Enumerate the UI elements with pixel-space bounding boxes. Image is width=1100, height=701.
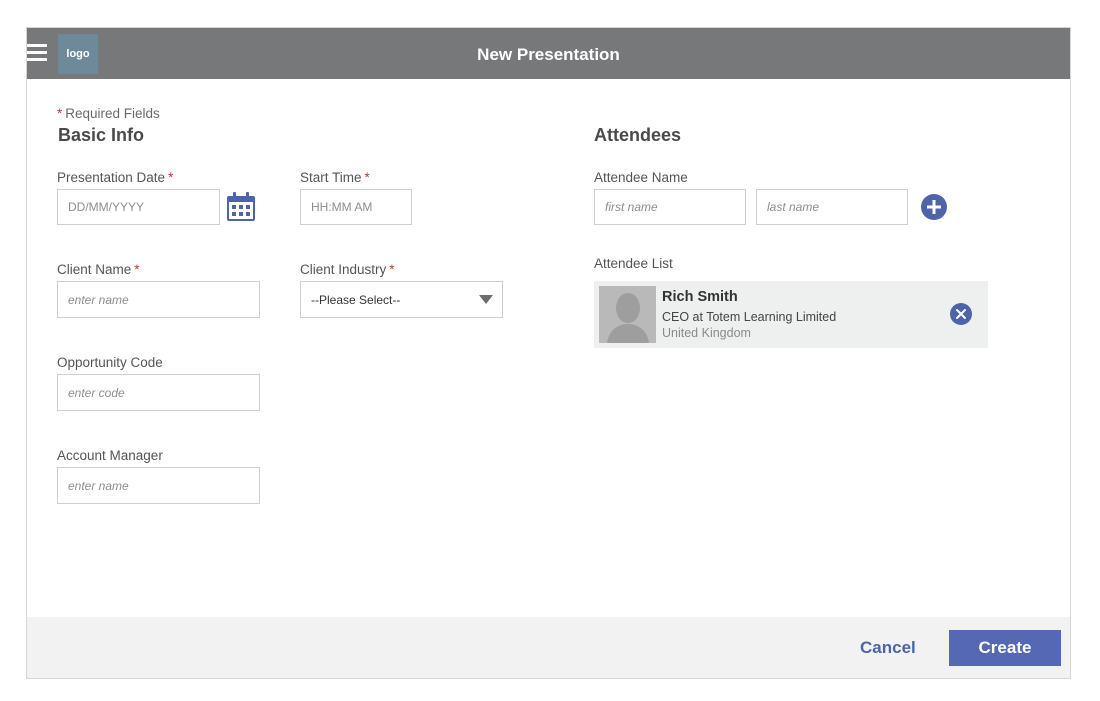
start-time-input[interactable] xyxy=(300,189,412,225)
plus-icon xyxy=(927,200,941,214)
start-time-label-text: Start Time xyxy=(300,170,362,185)
attendees-heading: Attendees xyxy=(594,125,682,145)
client-industry-select[interactable]: --Please Select-- xyxy=(300,281,503,318)
client-industry-label-text: Client Industry xyxy=(300,262,387,277)
top-bar: logo New Presentation xyxy=(27,28,1070,79)
attendee-last-name-input[interactable] xyxy=(756,189,908,225)
attendee-first-name-input[interactable] xyxy=(594,189,746,225)
client-name-label-text: Client Name xyxy=(57,262,132,277)
create-button[interactable]: Create xyxy=(949,630,1061,666)
close-icon xyxy=(956,309,966,319)
opportunity-code-label: Opportunity Code xyxy=(57,355,163,370)
remove-attendee-button[interactable] xyxy=(950,303,972,325)
attendee-name-label: Attendee Name xyxy=(594,170,688,185)
start-time-label: Start Time * xyxy=(300,170,370,185)
attendee-list-item: Rich Smith CEO at Totem Learning Limited… xyxy=(594,281,988,348)
attendee-name: Rich Smith xyxy=(662,289,738,305)
dialog-footer: Cancel Create xyxy=(27,617,1070,678)
presentation-date-label: Presentation Date * xyxy=(57,170,173,185)
required-marker: * xyxy=(134,262,140,277)
presentation-date-input[interactable] xyxy=(57,189,220,225)
client-name-label: Client Name * xyxy=(57,262,140,277)
page-title: New Presentation xyxy=(477,45,620,64)
attendee-list-label: Attendee List xyxy=(594,256,673,271)
add-attendee-button[interactable] xyxy=(921,194,947,220)
calendar-icon[interactable] xyxy=(225,191,257,223)
client-name-input[interactable] xyxy=(57,281,260,318)
account-manager-label: Account Manager xyxy=(57,448,163,463)
attendee-role: CEO at Totem Learning Limited xyxy=(662,310,837,324)
account-manager-input[interactable] xyxy=(57,467,260,504)
opportunity-code-input[interactable] xyxy=(57,374,260,411)
basic-info-heading: Basic Info xyxy=(58,125,145,145)
required-marker: * xyxy=(389,262,395,277)
presentation-date-label-text: Presentation Date xyxy=(57,170,166,185)
dropdown-arrow-icon xyxy=(479,295,493,304)
attendee-location: United Kingdom xyxy=(662,326,751,340)
new-presentation-dialog: logo New Presentation * Required Fields B… xyxy=(26,27,1071,679)
client-industry-label: Client Industry * xyxy=(300,262,395,277)
required-fields-text: Required Fields xyxy=(65,106,160,121)
required-fields-note: * Required Fields xyxy=(57,106,160,121)
cancel-button[interactable]: Cancel xyxy=(860,638,916,658)
required-marker: * xyxy=(57,106,63,121)
client-industry-selected-value: --Please Select-- xyxy=(311,293,401,307)
avatar xyxy=(599,286,656,343)
required-marker: * xyxy=(364,170,370,185)
required-marker: * xyxy=(168,170,174,185)
